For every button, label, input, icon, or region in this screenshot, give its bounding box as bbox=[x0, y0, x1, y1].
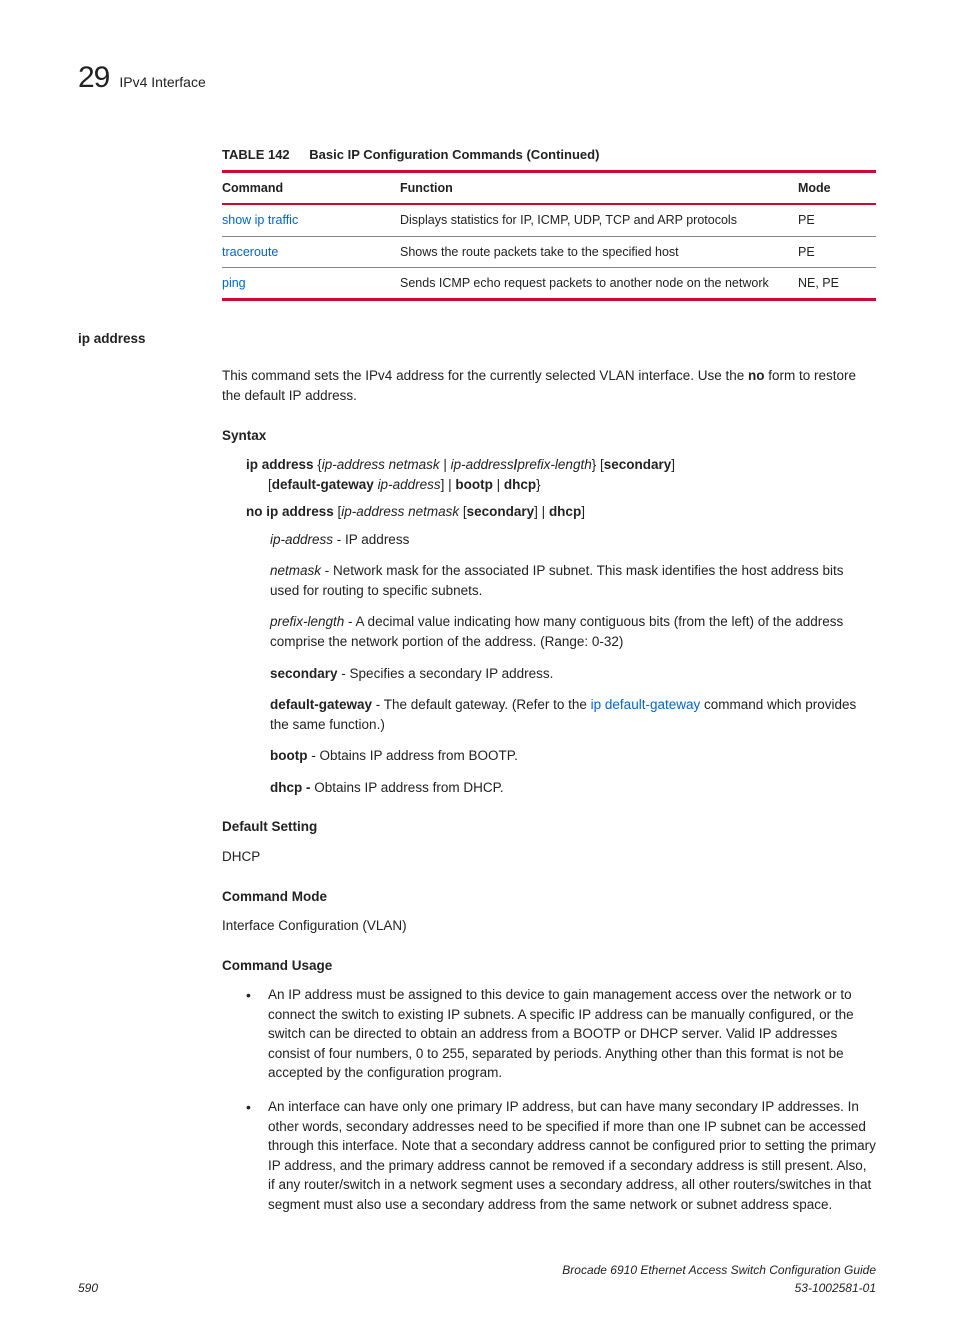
table-block: TABLE 142 Basic IP Configuration Command… bbox=[222, 146, 876, 301]
col-function: Function bbox=[400, 172, 798, 205]
syntax-heading: Syntax bbox=[222, 426, 876, 446]
command-table: Command Function Mode show ip traffic Di… bbox=[222, 170, 876, 301]
table-row: traceroute Shows the route packets take … bbox=[222, 236, 876, 267]
arg-prefix: prefix-length bbox=[517, 457, 591, 472]
table-row: show ip traffic Displays statistics for … bbox=[222, 204, 876, 236]
def: - IP address bbox=[333, 532, 409, 547]
cmd-func: Displays statistics for IP, ICMP, UDP, T… bbox=[400, 204, 798, 236]
def: - Specifies a secondary IP address. bbox=[338, 666, 554, 681]
sep: { bbox=[314, 457, 322, 472]
def-a: - The default gateway. (Refer to the bbox=[372, 697, 591, 712]
def: - Network mask for the associated IP sub… bbox=[270, 563, 844, 598]
arg-ip: ip-address bbox=[451, 457, 514, 472]
page-footer: 590 Brocade 6910 Ethernet Access Switch … bbox=[78, 1262, 876, 1297]
section-heading-ip-address: ip address bbox=[78, 329, 876, 349]
table-title: Basic IP Configuration Commands (Continu… bbox=[309, 147, 599, 162]
def: - Obtains IP address from BOOTP. bbox=[307, 748, 517, 763]
sep: [ bbox=[459, 504, 467, 519]
arg-ip-netmask: ip-address netmask bbox=[322, 457, 440, 472]
table-label: TABLE 142 bbox=[222, 147, 290, 162]
def: Obtains IP address from DHCP. bbox=[314, 780, 503, 795]
sep: } bbox=[536, 477, 541, 492]
default-setting-value: DHCP bbox=[222, 847, 876, 867]
arg-ip-netmask: ip-address netmask bbox=[341, 504, 459, 519]
kw-secondary: secondary bbox=[467, 504, 535, 519]
def-default-gateway: default-gateway - The default gateway. (… bbox=[270, 695, 876, 734]
arg-ip: ip-address bbox=[378, 477, 441, 492]
syntax-line-2: no ip address [ip-address netmask [secon… bbox=[246, 502, 876, 522]
kw-dhcp: dhcp bbox=[504, 477, 536, 492]
footer-doc: Brocade 6910 Ethernet Access Switch Conf… bbox=[562, 1262, 876, 1297]
link-ip-default-gateway[interactable]: ip default-gateway bbox=[591, 697, 701, 712]
sep: | bbox=[493, 477, 504, 492]
def-prefix-length: prefix-length - A decimal value indicati… bbox=[270, 612, 876, 651]
intro-no: no bbox=[748, 368, 765, 383]
command-mode-heading: Command Mode bbox=[222, 887, 876, 907]
col-command: Command bbox=[222, 172, 400, 205]
sep: } [ bbox=[592, 457, 604, 472]
cmd-mode: PE bbox=[798, 204, 876, 236]
def: - A decimal value indicating how many co… bbox=[270, 614, 843, 649]
cmd-link[interactable]: show ip traffic bbox=[222, 213, 298, 227]
sep: ] bbox=[671, 457, 675, 472]
doc-number: 53-1002581-01 bbox=[795, 1281, 876, 1295]
syntax-block: ip address {ip-address netmask | ip-addr… bbox=[246, 455, 876, 522]
kw-ip-address: ip address bbox=[246, 457, 314, 472]
section-body: This command sets the IPv4 address for t… bbox=[222, 366, 876, 1214]
chapter-title: IPv4 Interface bbox=[119, 72, 205, 92]
def-netmask: netmask - Network mask for the associate… bbox=[270, 561, 876, 600]
def-secondary: secondary - Specifies a secondary IP add… bbox=[270, 664, 876, 684]
table-caption: TABLE 142 Basic IP Configuration Command… bbox=[222, 146, 876, 165]
doc-title: Brocade 6910 Ethernet Access Switch Conf… bbox=[562, 1263, 876, 1277]
page-header: 29 IPv4 Interface bbox=[78, 56, 876, 100]
col-mode: Mode bbox=[798, 172, 876, 205]
term: netmask bbox=[270, 563, 321, 578]
kw-secondary: secondary bbox=[604, 457, 672, 472]
syntax-line-1: ip address {ip-address netmask | ip-addr… bbox=[246, 455, 876, 494]
usage-item: An IP address must be assigned to this d… bbox=[246, 985, 876, 1083]
kw-dhcp: dhcp bbox=[549, 504, 581, 519]
def-dhcp: dhcp - Obtains IP address from DHCP. bbox=[270, 778, 876, 798]
term: dhcp - bbox=[270, 780, 314, 795]
cmd-func: Shows the route packets take to the spec… bbox=[400, 236, 798, 267]
page-number: 590 bbox=[78, 1280, 98, 1297]
kw-default-gateway: default-gateway bbox=[272, 477, 374, 492]
command-usage-heading: Command Usage bbox=[222, 956, 876, 976]
cmd-link[interactable]: traceroute bbox=[222, 245, 278, 259]
command-mode-value: Interface Configuration (VLAN) bbox=[222, 916, 876, 936]
intro-paragraph: This command sets the IPv4 address for t… bbox=[222, 366, 876, 405]
intro-text-a: This command sets the IPv4 address for t… bbox=[222, 368, 748, 383]
default-setting-heading: Default Setting bbox=[222, 817, 876, 837]
kw-no-ip-address: no ip address bbox=[246, 504, 334, 519]
cmd-link[interactable]: ping bbox=[222, 276, 246, 290]
def-bootp: bootp - Obtains IP address from BOOTP. bbox=[270, 746, 876, 766]
chapter-number: 29 bbox=[78, 56, 109, 100]
parameter-definitions: ip-address - IP address netmask - Networ… bbox=[270, 530, 876, 798]
term: secondary bbox=[270, 666, 338, 681]
table-header-row: Command Function Mode bbox=[222, 172, 876, 205]
usage-list: An IP address must be assigned to this d… bbox=[246, 985, 876, 1214]
sep: ] | bbox=[534, 504, 549, 519]
cmd-func: Sends ICMP echo request packets to anoth… bbox=[400, 267, 798, 299]
def-ip-address: ip-address - IP address bbox=[270, 530, 876, 550]
kw-bootp: bootp bbox=[455, 477, 492, 492]
term: bootp bbox=[270, 748, 307, 763]
sep: ] bbox=[581, 504, 585, 519]
term: ip-address bbox=[270, 532, 333, 547]
cmd-mode: NE, PE bbox=[798, 267, 876, 299]
cmd-mode: PE bbox=[798, 236, 876, 267]
sep: | bbox=[440, 457, 451, 472]
table-row: ping Sends ICMP echo request packets to … bbox=[222, 267, 876, 299]
usage-item: An interface can have only one primary I… bbox=[246, 1097, 876, 1214]
sep: ] | bbox=[441, 477, 456, 492]
term: prefix-length bbox=[270, 614, 344, 629]
term: default-gateway bbox=[270, 697, 372, 712]
